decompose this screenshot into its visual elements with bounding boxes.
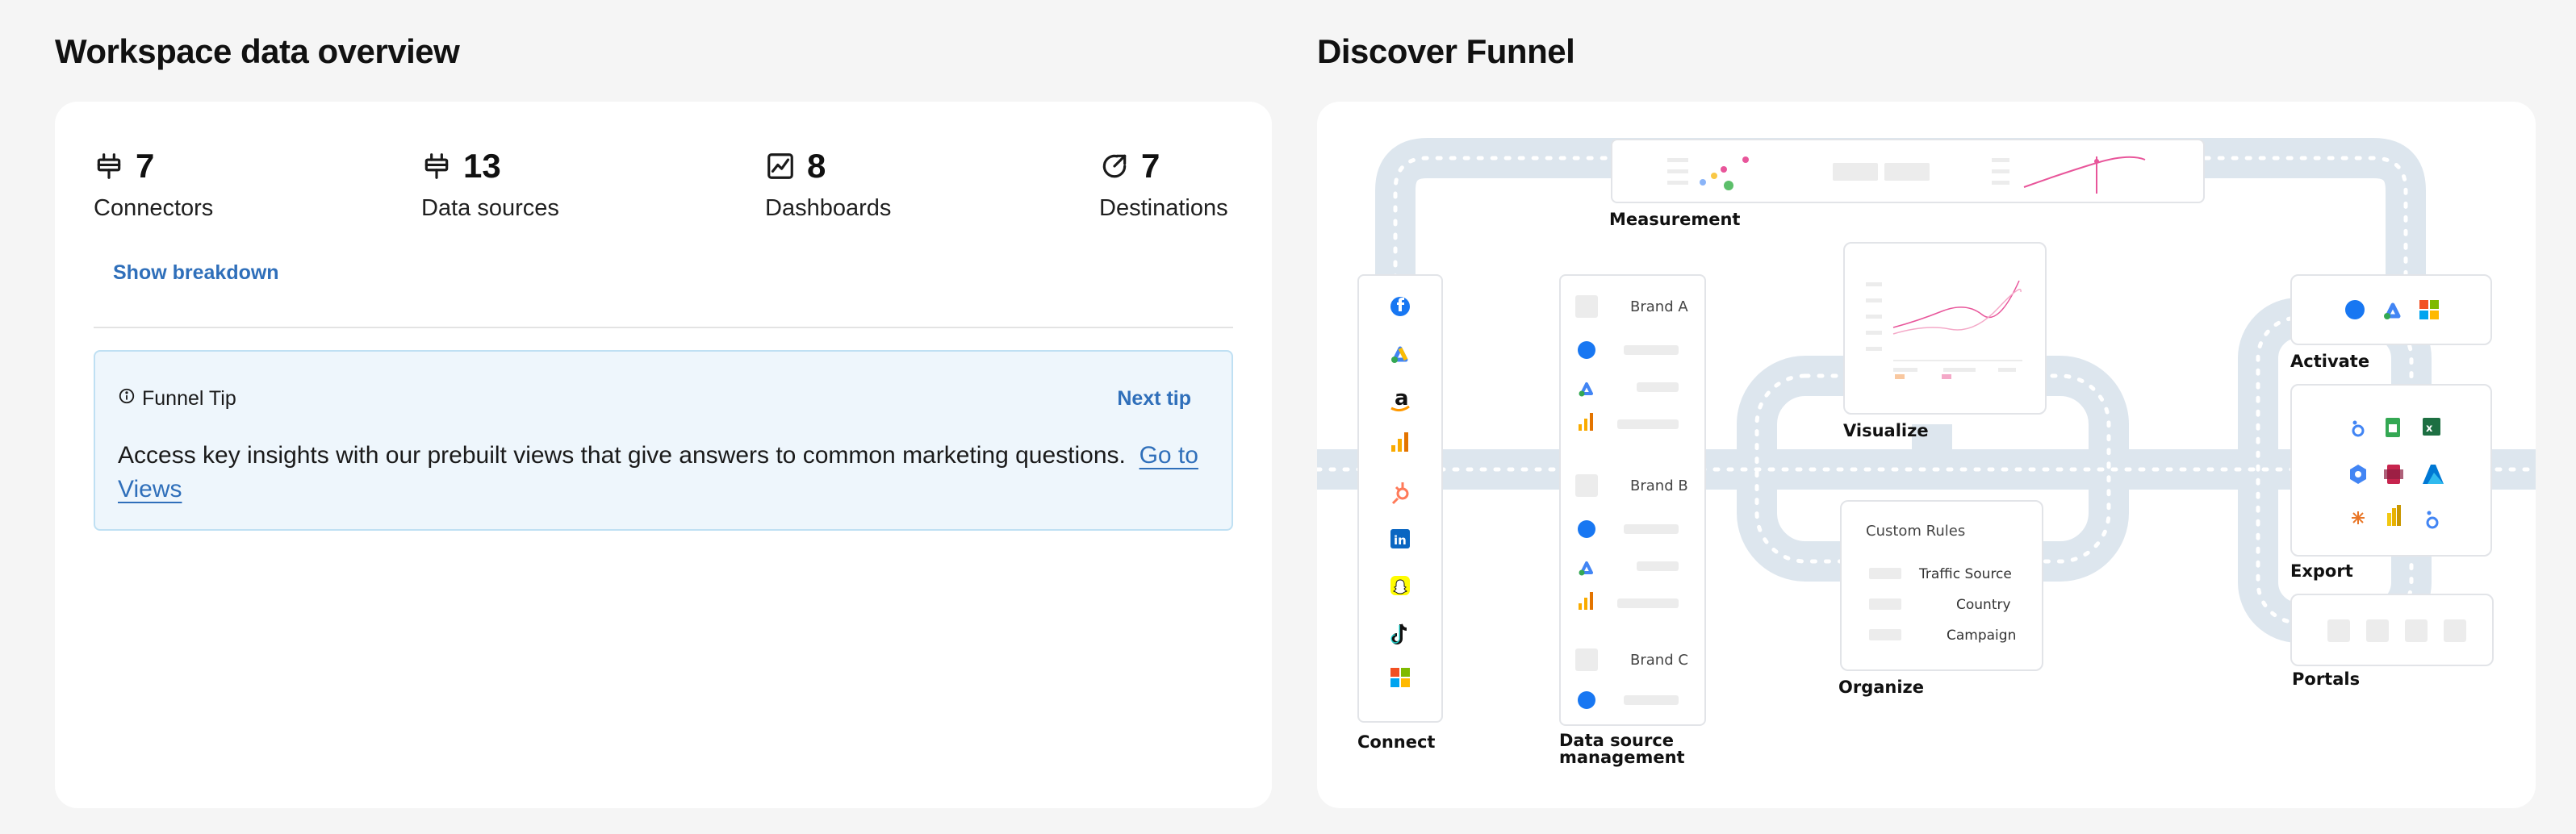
azure-icon [2423, 465, 2444, 484]
brand-label: Brand A [1630, 298, 1688, 315]
facebook-icon [1578, 520, 1595, 538]
power-bi-icon [2387, 505, 2401, 526]
plug-icon [94, 151, 124, 181]
connect-label: Connect [1357, 732, 1436, 752]
funnel-tip-box: Funnel Tip Next tip Access key insights … [94, 350, 1233, 531]
stat-label: Dashboards [765, 195, 892, 221]
stat-data-sources: 13 Data sources [421, 144, 559, 222]
data-source-management-column: Brand A Brand B Brand C [1559, 274, 1706, 726]
visualize-chart-preview [1866, 280, 2022, 379]
funnel-card: Measurement a in Connect Brand A Brand B… [1317, 102, 2536, 808]
custom-rules-title: Custom Rules [1866, 523, 1966, 540]
stat-dashboards: 8 Dashboards [765, 144, 891, 222]
tip-text: Access key insights with our prebuilt vi… [118, 442, 1126, 469]
rule-item: Traffic Source [1919, 566, 2012, 582]
stat-value: 8 [807, 147, 826, 185]
rule-item: Country [1956, 597, 2011, 613]
stat-connectors: 7 Connectors [94, 144, 213, 222]
snapchat-icon [1390, 576, 1410, 595]
visualize-preview [1843, 242, 2047, 415]
microsoft-icon [2419, 300, 2439, 319]
measurement-preview [1611, 139, 2205, 203]
google-ads-icon [1579, 382, 1593, 397]
activate-destinations-box [2290, 274, 2492, 345]
export-destinations-box: x [2290, 384, 2492, 557]
rule-item: Campaign [1947, 628, 2017, 644]
looker-icon [2426, 511, 2439, 529]
amazon-icon: a [1390, 386, 1410, 412]
export-icons: x [2350, 418, 2444, 529]
connect-icons: a in [1390, 297, 1410, 687]
stat-value: 7 [136, 147, 155, 185]
stat-label: Data sources [421, 195, 559, 221]
facebook-icon [1578, 691, 1595, 709]
stat-value: 7 [1141, 147, 1160, 185]
show-breakdown-link[interactable]: Show breakdown [113, 261, 279, 285]
measurement-chart-preview [1667, 156, 2146, 194]
aws-redshift-icon [2384, 465, 2403, 484]
custom-rules-box: Custom Rules Traffic Source Country Camp… [1840, 500, 2043, 671]
looker-studio-icon [2352, 420, 2365, 437]
overview-card: 7 Connectors 13 Data sources 8 Dashboard… [55, 102, 1272, 808]
info-icon [118, 387, 136, 411]
funnel-title: Discover Funnel [1317, 32, 1575, 70]
facebook-icon [2345, 300, 2365, 319]
brand-source-icons [1578, 341, 1595, 709]
dashboard-chart-icon [765, 151, 796, 181]
stat-label: Connectors [94, 195, 214, 221]
stat-value: 13 [463, 147, 501, 185]
tip-title: Funnel Tip [142, 387, 236, 410]
stat-label: Destinations [1099, 195, 1228, 221]
visualize-label: Visualize [1843, 421, 1929, 440]
facebook-icon [1578, 341, 1595, 359]
activate-label: Activate [2290, 352, 2370, 371]
facebook-icon [1390, 297, 1410, 316]
brand-label: Brand B [1630, 477, 1688, 494]
google-analytics-icon [1579, 592, 1593, 610]
excel-icon: x [2423, 418, 2440, 436]
svg-text:in: in [1394, 533, 1407, 548]
measurement-label: Measurement [1609, 210, 1741, 229]
microsoft-icon [1390, 668, 1410, 687]
portals-box [2290, 594, 2494, 666]
tip-body: Access key insights with our prebuilt vi… [118, 439, 1199, 507]
hubspot-icon [1391, 482, 1409, 505]
linkedin-icon: in [1390, 529, 1410, 548]
google-ads-icon [1391, 346, 1408, 363]
organize-label: Organize [1838, 678, 1925, 697]
data-source-management-label: Data source management [1559, 731, 1685, 767]
overview-title: Workspace data overview [55, 32, 460, 70]
google-ads-icon [2384, 302, 2401, 319]
tableau-icon [2352, 511, 2365, 524]
brand-label: Brand C [1630, 652, 1688, 669]
google-analytics-icon [1391, 432, 1408, 452]
bigquery-icon [2350, 465, 2366, 484]
next-tip-button[interactable]: Next tip [1117, 387, 1191, 411]
plug-icon [421, 151, 452, 181]
stat-destinations: 7 Destinations [1099, 144, 1228, 222]
google-sheets-icon [2386, 418, 2400, 437]
tiktok-icon [1390, 623, 1407, 644]
destination-arrow-icon [1099, 151, 1130, 181]
google-ads-icon [1579, 561, 1593, 576]
svg-text:x: x [2426, 423, 2433, 435]
google-analytics-icon [1579, 413, 1593, 431]
portals-label: Portals [2292, 669, 2361, 689]
activate-icons [2345, 300, 2439, 319]
tip-header: Funnel Tip [118, 387, 236, 411]
connect-sources-column: a in [1357, 274, 1443, 723]
divider [94, 327, 1233, 328]
export-label: Export [2290, 561, 2353, 581]
